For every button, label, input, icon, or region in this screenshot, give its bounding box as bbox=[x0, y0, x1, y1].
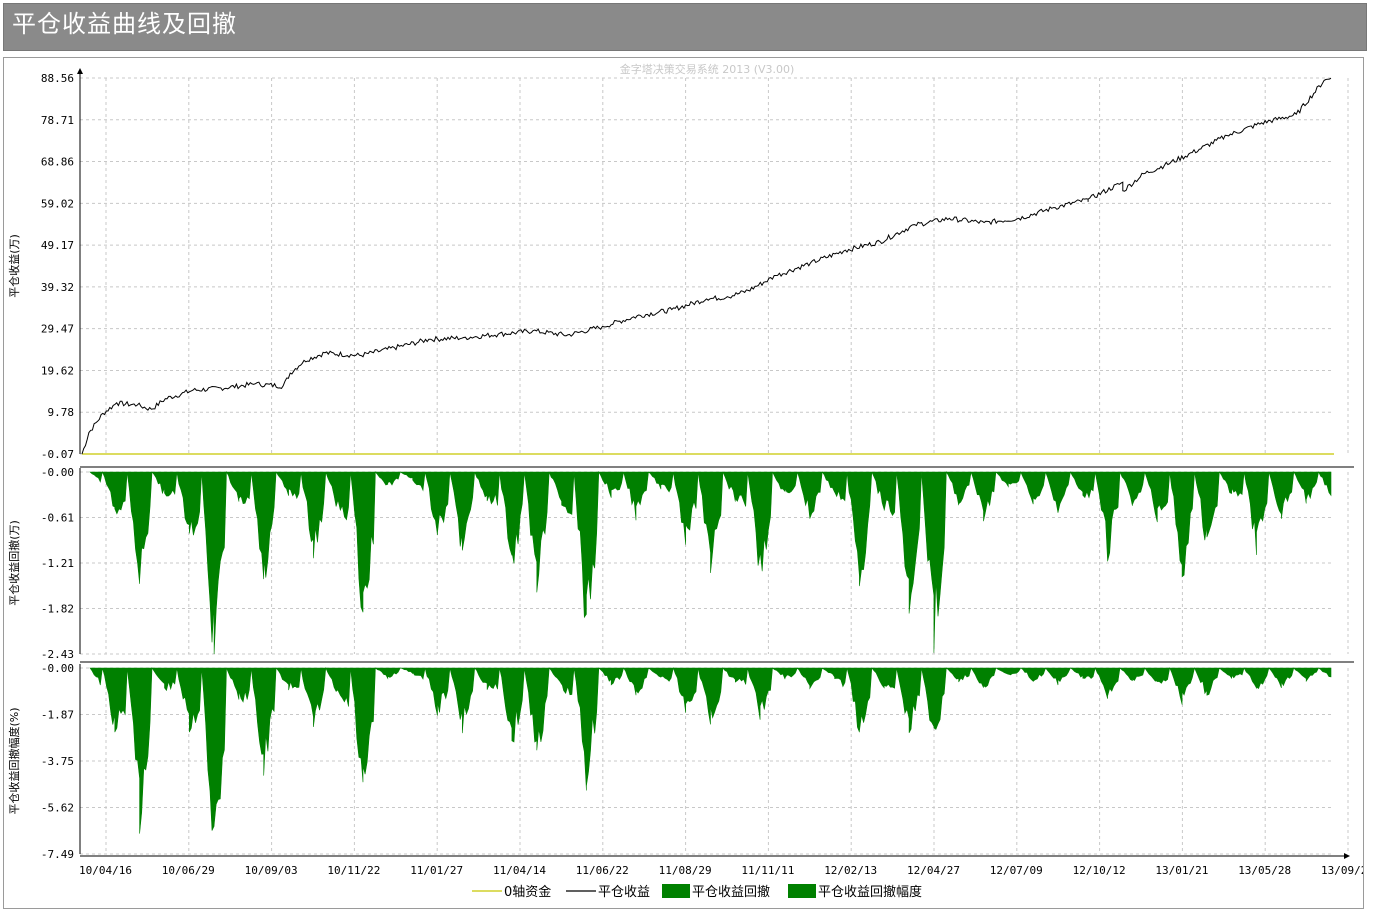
x-tick-label: 11/11/11 bbox=[741, 864, 794, 877]
y-tick-label: 49.17 bbox=[41, 239, 74, 252]
x-tick-label: 11/06/22 bbox=[576, 864, 629, 877]
y-tick-label: -1.82 bbox=[41, 603, 74, 616]
y-tick-label: -0.61 bbox=[41, 512, 74, 525]
x-tick-label: 12/04/27 bbox=[907, 864, 960, 877]
y-tick-label: -0.07 bbox=[41, 448, 74, 461]
y-tick-label: 88.56 bbox=[41, 72, 74, 85]
y-tick-label: -3.75 bbox=[41, 755, 74, 768]
y-tick-label: -7.49 bbox=[41, 848, 74, 861]
legend-item: 平仓收益回撤幅度 bbox=[788, 884, 922, 900]
x-tick-label: 10/04/16 bbox=[79, 864, 132, 877]
x-tick-label: 10/11/22 bbox=[327, 864, 380, 877]
y-axis-label: 平仓收益回撤(万) bbox=[7, 520, 21, 606]
x-tick-label: 13/01/21 bbox=[1155, 864, 1208, 877]
x-tick-label: 10/06/29 bbox=[162, 864, 215, 877]
x-tick-label: 11/04/14 bbox=[493, 864, 546, 877]
x-tick-label: 11/08/29 bbox=[659, 864, 712, 877]
y-tick-label: -0.00 bbox=[41, 662, 74, 675]
y-tick-label: 59.02 bbox=[41, 197, 74, 210]
chart-frame: 金字塔决策交易系统 2013 (V3.00) 10/04/16 10/06/29 1… bbox=[3, 57, 1364, 909]
legend-label: 平仓收益 bbox=[598, 885, 650, 900]
y-tick-label: 29.47 bbox=[41, 323, 74, 336]
y-tick-label: -5.62 bbox=[41, 802, 74, 815]
legend-item: 平仓收益回撤 bbox=[662, 884, 770, 900]
y-tick-label: 19.62 bbox=[41, 364, 74, 377]
legend-label: 平仓收益回撤幅度 bbox=[818, 884, 922, 900]
x-tick-label: 13/09/26 bbox=[1321, 864, 1363, 877]
y-tick-label: 68.86 bbox=[41, 156, 74, 169]
y-tick-label: -0.00 bbox=[41, 466, 74, 479]
x-tick-label: 11/01/27 bbox=[410, 864, 463, 877]
legend-label: 平仓收益回撤 bbox=[692, 884, 770, 900]
x-tick-label: 10/09/03 bbox=[245, 864, 298, 877]
y-axis-label: 平仓收益回撤幅度(%) bbox=[7, 707, 21, 814]
y-tick-label: -2.43 bbox=[41, 648, 74, 661]
legend-item: 平仓收益 bbox=[566, 885, 650, 900]
y-tick-label: 9.78 bbox=[48, 406, 75, 419]
x-tick-label: 12/10/12 bbox=[1073, 864, 1126, 877]
y-tick-label: -1.21 bbox=[41, 557, 74, 570]
x-tick-label: 12/02/13 bbox=[824, 864, 877, 877]
y-axis-label: 平仓收益(万) bbox=[7, 234, 21, 298]
x-tick-label: 13/05/28 bbox=[1238, 864, 1291, 877]
y-tick-label: 39.32 bbox=[41, 281, 74, 294]
y-axis-arrow bbox=[77, 68, 83, 74]
y-tick-label: 78.71 bbox=[41, 114, 74, 127]
chart-svg: 金字塔决策交易系统 2013 (V3.00) 10/04/16 10/06/29 1… bbox=[7, 62, 1363, 900]
legend-item: 0轴资金 bbox=[472, 884, 551, 900]
legend-box-icon bbox=[788, 884, 816, 898]
title-bar: 平仓收益曲线及回撤 bbox=[3, 3, 1367, 51]
series-drawdown-pct-area bbox=[89, 666, 1332, 834]
series-equity-line bbox=[81, 77, 1332, 455]
page-title: 平仓收益曲线及回撤 bbox=[12, 10, 237, 38]
x-axis-arrow bbox=[1344, 853, 1350, 859]
legend-box-icon bbox=[662, 884, 690, 898]
y-tick-label: -1.87 bbox=[41, 709, 74, 722]
watermark: 金字塔决策交易系统 2013 (V3.00) bbox=[620, 62, 795, 76]
x-tick-label: 12/07/09 bbox=[990, 864, 1043, 877]
legend-label: 0轴资金 bbox=[504, 884, 551, 900]
